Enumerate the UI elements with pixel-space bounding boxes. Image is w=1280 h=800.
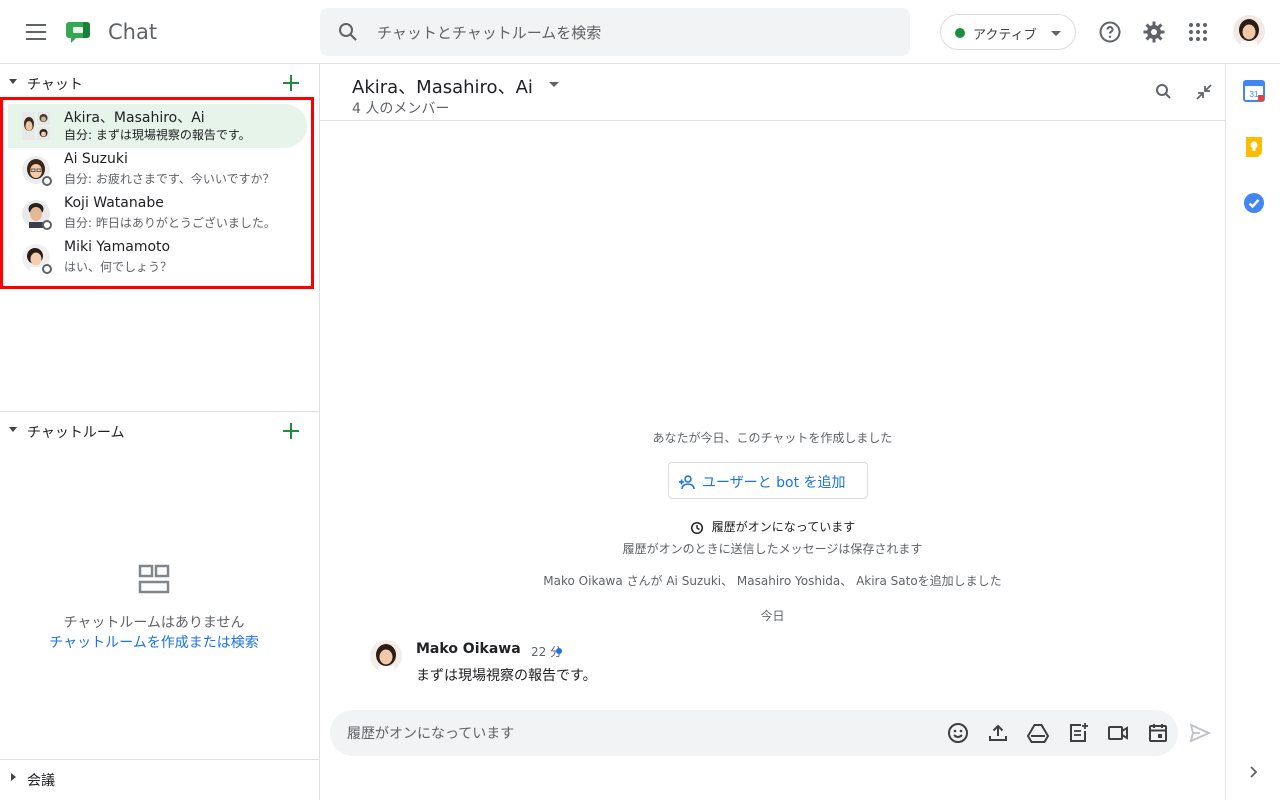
chevron-down-icon[interactable] [549,82,559,87]
status-dot [955,28,965,38]
history-icon [690,521,703,534]
collapse-icon[interactable] [1194,82,1214,102]
new-room-plus-icon[interactable] [281,421,301,441]
history-status: 履歴がオンになっています [320,518,1225,535]
chat-logo-icon [66,18,94,50]
chat-name: Miki Yamamoto [64,239,171,255]
member-count: 4 人のメンバー [352,101,450,117]
meetings-section-title: 会議 [27,773,55,789]
members-added-notice: Mako Oikawa さんが Ai Suzuki、 Masahiro Yosh… [543,574,1002,588]
history-description: 履歴がオンのときに送信したメッセージは保存されます [622,542,923,556]
menu-icon[interactable] [20,20,52,44]
section-divider [0,759,319,760]
search-input[interactable]: チャットとチャットルームを検索 [320,8,910,56]
chat-section-header[interactable]: チャット [0,65,319,101]
top-bar: Chat チャットとチャットルームを検索 アクティブ [0,0,1280,64]
message-composer[interactable]: 履歴がオンになっています [330,710,1178,756]
status-dropdown[interactable]: アクティブ [940,14,1076,50]
day-separator: 今日 [760,609,785,623]
sidebar: チャット Akira、Masahiro、Ai 自分: まずは現場視察の報告です。 [0,64,320,800]
chat-snippet: 自分: お疲れさまです、今いいですか？ [64,172,275,186]
add-users-bots-button[interactable]: ユーザーと bot を追加 [668,462,868,499]
chat-snippet: はい、何でしょう？ [64,260,173,274]
chat-section-title: チャット [27,77,83,93]
unread-dot [556,648,562,654]
message-avatar[interactable] [370,640,402,672]
chevron-right-icon[interactable] [1245,764,1261,780]
gear-icon[interactable] [1142,20,1166,44]
avatar [22,244,52,274]
upload-icon[interactable] [986,721,1010,745]
svg-text:31: 31 [1250,90,1259,99]
composer-placeholder: 履歴がオンになっています [347,726,515,742]
apps-grid-icon[interactable] [1186,20,1210,44]
chat-name: Akira、Masahiro、Ai [64,110,205,126]
help-icon[interactable] [1098,20,1122,44]
chat-name: Koji Watanabe [64,195,164,211]
chat-name: Ai Suzuki [64,151,128,167]
chat-snippet: 自分: 昨日はありがとうございました。 [64,216,276,230]
search-icon [339,23,357,41]
avatar [22,200,52,230]
meetings-section-header[interactable]: 会議 [0,761,319,797]
rooms-section-title: チャットルーム [27,425,125,441]
caret-down-icon[interactable] [9,79,17,84]
avatar [22,156,52,186]
conversation-pane: Akira、Masahiro、Ai 4 人のメンバー あなたが今日、このチャット… [320,64,1225,800]
create-room-link[interactable]: チャットルームを作成または検索 [0,632,308,652]
group-avatar [22,112,50,140]
message-author: Mako Oikawa [416,641,521,657]
presence-indicator [42,264,52,274]
presence-indicator [42,176,52,186]
chevron-down-icon [1051,31,1061,36]
rooms-section-header[interactable]: チャットルーム [0,413,319,449]
caret-down-icon[interactable] [9,427,17,432]
section-divider [0,411,319,412]
search-icon[interactable] [1154,82,1174,102]
search-placeholder: チャットとチャットルームを検索 [377,24,602,42]
new-chat-plus-icon[interactable] [281,73,301,93]
add-button-label: ユーザーと bot を追加 [702,475,846,491]
app-title: Chat [108,20,158,44]
send-icon[interactable] [1188,721,1212,745]
chat-item-koji-watanabe[interactable]: Koji Watanabe 自分: 昨日はありがとうございました。 [8,192,307,236]
rooms-empty-text: チャットルームはありません [63,615,245,631]
emoji-icon[interactable] [946,721,970,745]
account-avatar[interactable] [1233,15,1265,47]
chat-item-miki-yamamoto[interactable]: Miki Yamamoto はい、何でしょう？ [8,236,307,280]
chat-item-ai-suzuki[interactable]: Ai Suzuki 自分: お疲れさまです、今いいですか？ [8,148,307,192]
person-add-icon [679,475,695,490]
conversation-title[interactable]: Akira、Masahiro、Ai [352,73,533,99]
presence-indicator [42,220,52,230]
caret-right-icon[interactable] [11,773,16,781]
history-on-title: 履歴がオンになっています [711,520,856,534]
tasks-icon[interactable] [1243,192,1265,214]
chat-snippet: 自分: まずは現場視察の報告です。 [64,128,251,142]
created-notice: あなたが今日、このチャットを作成しました [652,431,893,445]
conversation-header: Akira、Masahiro、Ai 4 人のメンバー [320,64,1225,121]
chat-item-group[interactable]: Akira、Masahiro、Ai 自分: まずは現場視察の報告です。 [8,104,307,148]
side-panel-rail: 31 [1225,64,1280,800]
rooms-empty-icon [138,564,170,594]
message-text: まずは現場視察の報告です。 [416,668,597,684]
calendar-event-icon[interactable] [1146,721,1170,745]
create-doc-icon[interactable] [1066,721,1090,745]
status-label: アクティブ [973,28,1037,43]
drive-icon[interactable] [1026,721,1050,745]
calendar-icon[interactable]: 31 [1243,80,1265,102]
video-meet-icon[interactable] [1106,721,1130,745]
keep-icon[interactable] [1243,136,1265,158]
